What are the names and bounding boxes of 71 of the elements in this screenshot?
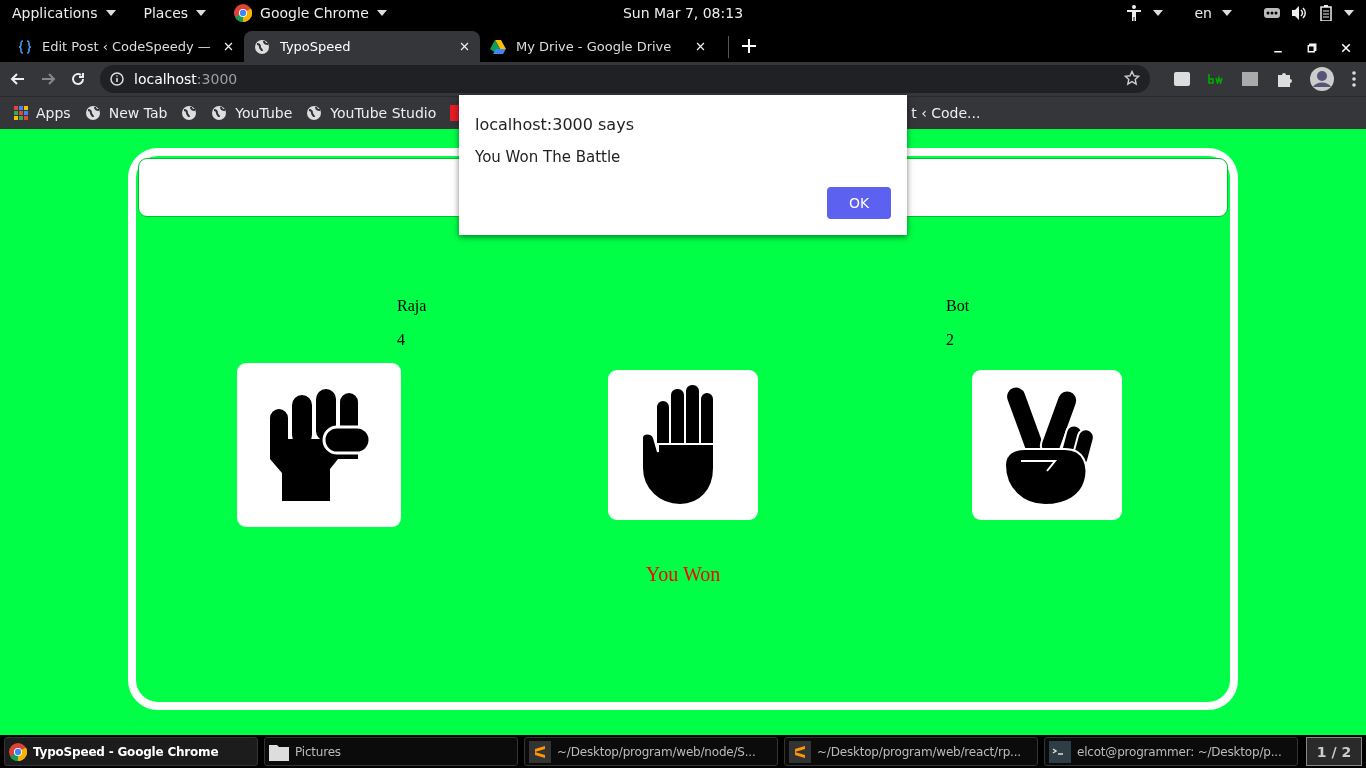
top-bar-menu[interactable]: Applications [12, 4, 116, 21]
back-icon[interactable] [10, 71, 26, 87]
browser-tab[interactable]: Edit Post ‹ CodeSpeedy — [8, 31, 244, 62]
new-tab-icon[interactable] [741, 38, 757, 54]
bookmark-icon [450, 105, 461, 121]
caret-icon [376, 9, 387, 16]
puzzle-icon[interactable] [1276, 71, 1292, 87]
result-text: You Won [645, 563, 721, 585]
taskbar-item[interactable]: elcot@programmer: ~/Desktop/p... [1044, 737, 1298, 766]
network-icon[interactable] [1264, 7, 1280, 18]
chrome-icon [234, 3, 253, 22]
folder-icon [269, 742, 289, 761]
restore-icon[interactable] [1306, 42, 1318, 54]
close-icon[interactable] [223, 41, 234, 52]
star-icon[interactable] [1124, 69, 1140, 86]
taskbar-item[interactable]: Pictures [264, 737, 518, 766]
bookmark[interactable]: New Tab [84, 105, 168, 121]
globe-icon [211, 105, 228, 121]
bookmark[interactable]: t ‹ Code... [911, 105, 981, 121]
player-name: Raja [397, 297, 428, 315]
dialog-title: localhost:3000 says [475, 115, 634, 134]
globe-icon [306, 105, 323, 121]
dialog-message: You Won The Battle [475, 148, 621, 166]
player-score: 2 [946, 331, 955, 349]
sublime-icon [529, 740, 551, 763]
player-name: Bot [946, 297, 970, 315]
player-score: 4 [397, 331, 406, 349]
move-card[interactable] [972, 370, 1122, 520]
accessibility-icon[interactable] [1126, 4, 1141, 21]
globe-icon [181, 105, 198, 121]
workspace-switcher[interactable]: 1 / 2 [1306, 737, 1362, 766]
sublime-icon [789, 740, 811, 763]
terminal-icon [1049, 740, 1071, 763]
taskbar-item[interactable]: TypoSpeed - Google Chrome [4, 737, 258, 766]
browser-tab[interactable]: TypoSpeed [244, 31, 480, 62]
caret-icon [1344, 9, 1354, 16]
bookmark[interactable]: YouTube [211, 105, 293, 121]
apps-grid-icon [14, 106, 28, 120]
chrome-icon [9, 742, 27, 761]
clock[interactable]: Sun Mar 7, 08:13 [622, 4, 744, 21]
caret-icon [1222, 9, 1232, 16]
taskbar-item[interactable]: ~/Desktop/program/web/node/S... [524, 737, 778, 766]
bookmark[interactable]: YouTube Studio [306, 105, 437, 121]
bookmark[interactable]: Apps [14, 105, 71, 121]
fist-icon [268, 389, 370, 501]
move-card[interactable] [237, 363, 401, 527]
volume-icon[interactable] [1292, 5, 1308, 20]
info-icon [110, 72, 124, 86]
move-card[interactable] [608, 370, 758, 520]
top-bar-menu[interactable]: Places [143, 4, 207, 21]
browser-tab[interactable]: My Drive - Google Drive [480, 31, 716, 62]
drive-icon [490, 39, 506, 54]
address-bar[interactable]: localhost:3000 [100, 65, 1150, 93]
globe-icon [84, 105, 101, 121]
caret-icon [105, 9, 116, 16]
close-icon[interactable] [459, 41, 470, 52]
avatar-icon[interactable] [1310, 67, 1334, 91]
menu-icon[interactable] [1352, 71, 1356, 87]
battery-icon[interactable] [1320, 4, 1332, 21]
braces-icon [18, 39, 32, 54]
close-icon[interactable] [695, 41, 706, 52]
caret-icon [196, 9, 207, 16]
ok-button[interactable]: OK [827, 187, 891, 219]
language-indicator[interactable]: en [1194, 4, 1212, 21]
forward-icon[interactable] [40, 71, 56, 87]
reload-icon[interactable] [70, 71, 86, 87]
caret-icon [1152, 9, 1163, 16]
top-bar-menu[interactable]: Google Chrome [234, 3, 387, 22]
taskbar-item[interactable]: ~/Desktop/program/web/react/rp... [784, 737, 1038, 766]
extension-icon[interactable] [1208, 74, 1224, 84]
globe-icon [254, 38, 270, 55]
